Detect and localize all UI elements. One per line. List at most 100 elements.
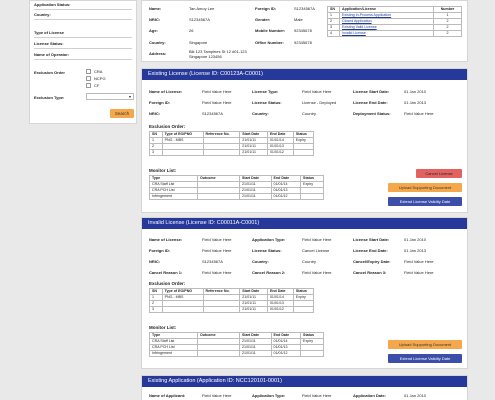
table-cell xyxy=(161,149,204,156)
count-cell: 2 xyxy=(433,30,462,37)
checkbox[interactable] xyxy=(86,76,91,81)
application-status-label: Application Status: xyxy=(34,2,71,7)
office-label: Office Number: xyxy=(255,40,284,45)
person-details-panel: Name: Tan Amoy Lee NRIC: S1234567A Age: … xyxy=(141,0,468,62)
address-label: Address: xyxy=(149,51,167,56)
gender-value: Male xyxy=(294,17,303,22)
exclusion-order-table: SN Type of EO/PNG Reference No. Start Da… xyxy=(149,288,315,313)
table-cell: 21/01/11 xyxy=(239,350,272,357)
field-label: Name of Applicant: xyxy=(149,393,186,398)
chevron-down-icon: ▾ xyxy=(128,94,131,99)
extend-validity-button[interactable]: Extend License Validity Date xyxy=(388,197,462,206)
field-label: Deployment Status: xyxy=(353,111,391,116)
section-title: Monitor List: xyxy=(149,168,177,173)
table-cell: 3 xyxy=(149,306,163,313)
name-label: Name: xyxy=(149,6,162,11)
sn-cell: 4 xyxy=(327,30,340,37)
table-cell xyxy=(202,306,241,313)
country-value: Singapore xyxy=(189,40,208,45)
exclusion-option-cra[interactable]: CRA xyxy=(86,69,102,74)
table-cell: 01/01/12 xyxy=(270,350,302,357)
age-label: Age: xyxy=(149,28,158,33)
field-label: License End Date: xyxy=(353,248,388,253)
monitor-list-table: Type Outcome Start Date End Date Status … xyxy=(149,332,324,357)
exclusion-option-cf[interactable]: CF xyxy=(86,83,99,88)
field-label: Country: xyxy=(252,111,269,116)
field-value: 01 Jan 2010 xyxy=(404,237,427,242)
checkbox[interactable] xyxy=(86,83,91,88)
country-label: Country: xyxy=(34,12,51,17)
field-label: Country: xyxy=(252,259,269,264)
application-summary-table: SN Application/License Number 1 Existing… xyxy=(327,6,462,37)
card-header: Invalid License (License ID: C00011A-C00… xyxy=(142,218,467,229)
field-value: Cancel License xyxy=(302,248,330,253)
field-value: S1234567A xyxy=(202,111,223,116)
nric-label: NRIC: xyxy=(149,17,161,22)
field-value: Field Value Here xyxy=(302,89,332,94)
table-cell: 01/01/12 xyxy=(266,306,294,313)
table-cell xyxy=(300,193,324,200)
table-cell xyxy=(300,350,324,357)
field-label: Application Date: xyxy=(353,393,386,398)
field-label: NRIC: xyxy=(149,259,161,264)
field-value: 01 Jan 2010 xyxy=(404,393,427,398)
field-value: Country xyxy=(302,259,317,264)
field-value: Field Value Here xyxy=(202,89,232,94)
upload-document-button[interactable]: Upload Supporting Document xyxy=(388,340,462,349)
field-value: Field Value Here xyxy=(202,248,232,253)
table-cell xyxy=(292,149,315,156)
name-of-operator-label: Name of Operator: xyxy=(34,52,70,57)
cancel-license-button[interactable]: Cancel License xyxy=(416,169,462,178)
monitor-list-table: Type Outcome Start Date End Date Status … xyxy=(149,175,324,200)
table-cell: 21/01/11 xyxy=(239,306,268,313)
filter-panel: Application Status: Country: Type of Lic… xyxy=(29,0,137,124)
table-cell: 21/01/11 xyxy=(239,149,268,156)
age-value: 26 xyxy=(189,28,194,33)
office-value: 92345678 xyxy=(294,40,312,45)
field-label: License Type: xyxy=(252,89,279,94)
existing-license-card: Existing License (License ID: C00123A-C0… xyxy=(141,68,468,213)
mobile-value: 92345678 xyxy=(294,28,312,33)
upload-document-button[interactable]: Upload Supporting Document xyxy=(388,183,462,192)
field-value: Field Value Here xyxy=(302,393,332,398)
foreign-id-value: S1234567A xyxy=(294,6,315,11)
table-row[interactable]: 4 Invalid License 2 xyxy=(327,30,462,37)
exclusion-type-label: Exclusion Type: xyxy=(34,95,65,100)
field-value: Field Value Here xyxy=(404,259,434,264)
option-label: NCPG xyxy=(94,76,106,81)
table-row: 3 21/01/11 01/01/12 xyxy=(149,306,315,313)
divider xyxy=(34,37,132,38)
checkbox[interactable] xyxy=(86,69,91,74)
field-label: Cancel Reason 1: xyxy=(149,270,183,275)
field-label: License Status: xyxy=(252,248,282,253)
table-cell xyxy=(161,306,204,313)
field-value: Field Value Here xyxy=(302,237,332,242)
search-button[interactable]: Search xyxy=(110,109,134,118)
field-label: License Status: xyxy=(252,100,282,105)
name-value: Tan Amoy Lee xyxy=(189,6,215,11)
field-label: Foreign ID: xyxy=(149,100,171,105)
field-value: 01 Jan 2013 xyxy=(404,100,427,105)
field-value: S1234567A xyxy=(202,259,223,264)
exclusion-order-table: SN Type of EO/PNG Reference No. Start Da… xyxy=(149,131,315,156)
field-value: Field Value Here xyxy=(202,270,232,275)
application-link[interactable]: Invalid License xyxy=(339,30,434,37)
section-title: Monitor List: xyxy=(149,325,177,330)
exclusion-option-ncpg[interactable]: NCPG xyxy=(86,76,106,81)
table-cell: Infringement xyxy=(149,350,198,357)
field-label: Name of License: xyxy=(149,237,183,242)
divider xyxy=(34,19,132,20)
exclusion-type-select[interactable]: ▾ xyxy=(86,93,134,100)
option-label: CF xyxy=(94,83,100,88)
table-cell: Infringement xyxy=(149,193,198,200)
field-label: Foreign ID: xyxy=(149,248,171,253)
field-value: License - Deployed xyxy=(302,100,337,105)
field-label: License End Date: xyxy=(353,100,388,105)
foreign-id-label: Foreign ID: xyxy=(255,6,277,11)
extend-validity-button[interactable]: Extend License Validity Date xyxy=(388,354,462,363)
address-value: Singapore 123456 xyxy=(189,54,222,59)
table-cell xyxy=(292,306,315,313)
field-label: Application Type: xyxy=(252,393,286,398)
divider xyxy=(34,59,132,60)
gender-label: Gender: xyxy=(255,17,271,22)
